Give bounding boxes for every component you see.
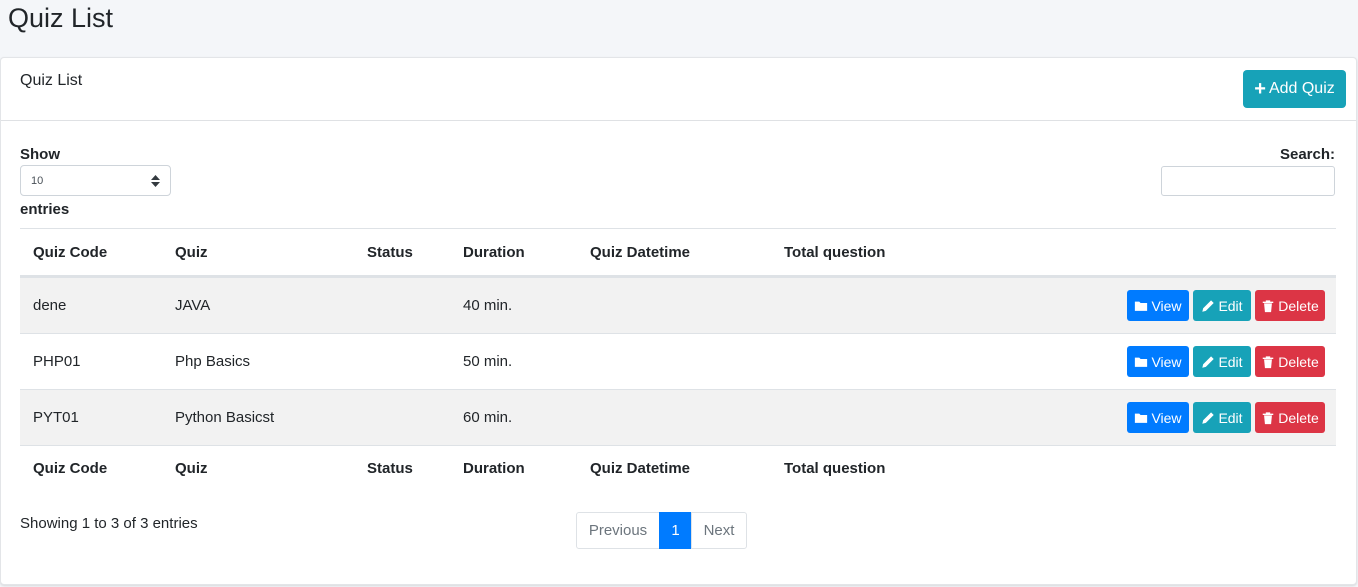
cell-quiz-code: PHP01 bbox=[33, 353, 81, 370]
quiz-table: Quiz Code Quiz Status Duration Quiz Date… bbox=[20, 228, 1336, 491]
edit-label: Edit bbox=[1218, 353, 1243, 370]
delete-label: Delete bbox=[1278, 353, 1319, 370]
edit-label: Edit bbox=[1218, 409, 1243, 426]
footer-header-quiz-code: Quiz Code bbox=[33, 460, 108, 477]
table-footer-row: Quiz Code Quiz Status Duration Quiz Date… bbox=[20, 445, 1336, 491]
page-length-select[interactable]: 10 bbox=[20, 165, 171, 196]
row-actions: View Edit Delete bbox=[1127, 390, 1325, 445]
footer-header-duration: Duration bbox=[463, 460, 525, 477]
table-row: PYT01 Python Basicst 60 min. View Edit D… bbox=[20, 389, 1336, 445]
view-button[interactable]: View bbox=[1127, 346, 1189, 377]
cell-quiz-code: PYT01 bbox=[33, 409, 79, 426]
view-button[interactable]: View bbox=[1127, 290, 1189, 321]
table-row: PHP01 Php Basics 50 min. View Edit Delet… bbox=[20, 333, 1336, 389]
cell-quiz: Php Basics bbox=[175, 353, 251, 370]
search-input[interactable] bbox=[1161, 166, 1335, 196]
pagination: Previous 1 Next bbox=[576, 512, 747, 549]
add-quiz-label: Add Quiz bbox=[1268, 80, 1335, 97]
row-actions: View Edit Delete bbox=[1127, 278, 1325, 333]
trash-icon bbox=[1263, 355, 1274, 368]
column-header-status[interactable]: Status bbox=[367, 229, 413, 275]
select-arrows-icon bbox=[151, 174, 160, 187]
card-header: Quiz List + Add Quiz bbox=[1, 58, 1356, 121]
cell-duration: 50 min. bbox=[463, 353, 513, 370]
edit-label: Edit bbox=[1218, 297, 1243, 314]
view-label: View bbox=[1151, 353, 1182, 370]
footer-header-quiz: Quiz bbox=[175, 460, 208, 477]
pagination-next[interactable]: Next bbox=[691, 512, 747, 549]
quiz-list-card: Quiz List + Add Quiz Show 10 entries Sea… bbox=[0, 57, 1357, 585]
pagination-page-1[interactable]: 1 bbox=[659, 512, 692, 549]
show-label: Show bbox=[20, 146, 60, 163]
entries-label: entries bbox=[20, 201, 70, 218]
edit-button[interactable]: Edit bbox=[1193, 290, 1251, 321]
page-length-value: 10 bbox=[31, 174, 44, 187]
row-actions: View Edit Delete bbox=[1127, 334, 1325, 389]
edit-button[interactable]: Edit bbox=[1193, 402, 1251, 433]
cell-quiz: JAVA bbox=[175, 297, 211, 314]
column-header-quiz-datetime[interactable]: Quiz Datetime bbox=[590, 229, 690, 275]
edit-button[interactable]: Edit bbox=[1193, 346, 1251, 377]
trash-icon bbox=[1263, 299, 1274, 312]
pagination-previous[interactable]: Previous bbox=[576, 512, 660, 549]
delete-label: Delete bbox=[1278, 409, 1319, 426]
pencil-icon bbox=[1202, 299, 1215, 312]
cell-quiz-code: dene bbox=[33, 297, 67, 314]
table-info: Showing 1 to 3 of 3 entries bbox=[20, 515, 198, 532]
table-header-row: Quiz Code Quiz Status Duration Quiz Date… bbox=[20, 228, 1336, 277]
add-quiz-button[interactable]: + Add Quiz bbox=[1243, 70, 1346, 108]
delete-label: Delete bbox=[1278, 297, 1319, 314]
column-header-quiz-code[interactable]: Quiz Code bbox=[33, 229, 107, 275]
cell-quiz: Python Basicst bbox=[175, 409, 275, 426]
column-header-quiz[interactable]: Quiz bbox=[175, 229, 208, 275]
cell-duration: 40 min. bbox=[463, 297, 513, 314]
pencil-icon bbox=[1202, 411, 1215, 424]
footer-header-status: Status bbox=[367, 460, 413, 477]
column-header-total-question[interactable]: Total question bbox=[784, 229, 885, 275]
folder-icon bbox=[1135, 413, 1148, 423]
folder-icon bbox=[1135, 301, 1148, 311]
view-button[interactable]: View bbox=[1127, 402, 1189, 433]
search-label: Search: bbox=[1279, 146, 1335, 163]
pencil-icon bbox=[1202, 355, 1215, 368]
page-title: Quiz List bbox=[8, 3, 114, 33]
folder-icon bbox=[1135, 357, 1148, 367]
delete-button[interactable]: Delete bbox=[1255, 290, 1325, 321]
table-row: dene JAVA 40 min. View Edit Delete bbox=[20, 277, 1336, 333]
column-header-duration[interactable]: Duration bbox=[463, 229, 525, 275]
cell-duration: 60 min. bbox=[463, 409, 513, 426]
trash-icon bbox=[1263, 411, 1274, 424]
card-title: Quiz List bbox=[20, 72, 83, 89]
view-label: View bbox=[1151, 297, 1182, 314]
delete-button[interactable]: Delete bbox=[1255, 346, 1325, 377]
delete-button[interactable]: Delete bbox=[1255, 402, 1325, 433]
footer-header-quiz-datetime: Quiz Datetime bbox=[590, 460, 691, 477]
footer-header-total-question: Total question bbox=[784, 460, 886, 477]
view-label: View bbox=[1151, 409, 1182, 426]
plus-icon: + bbox=[1254, 78, 1266, 100]
